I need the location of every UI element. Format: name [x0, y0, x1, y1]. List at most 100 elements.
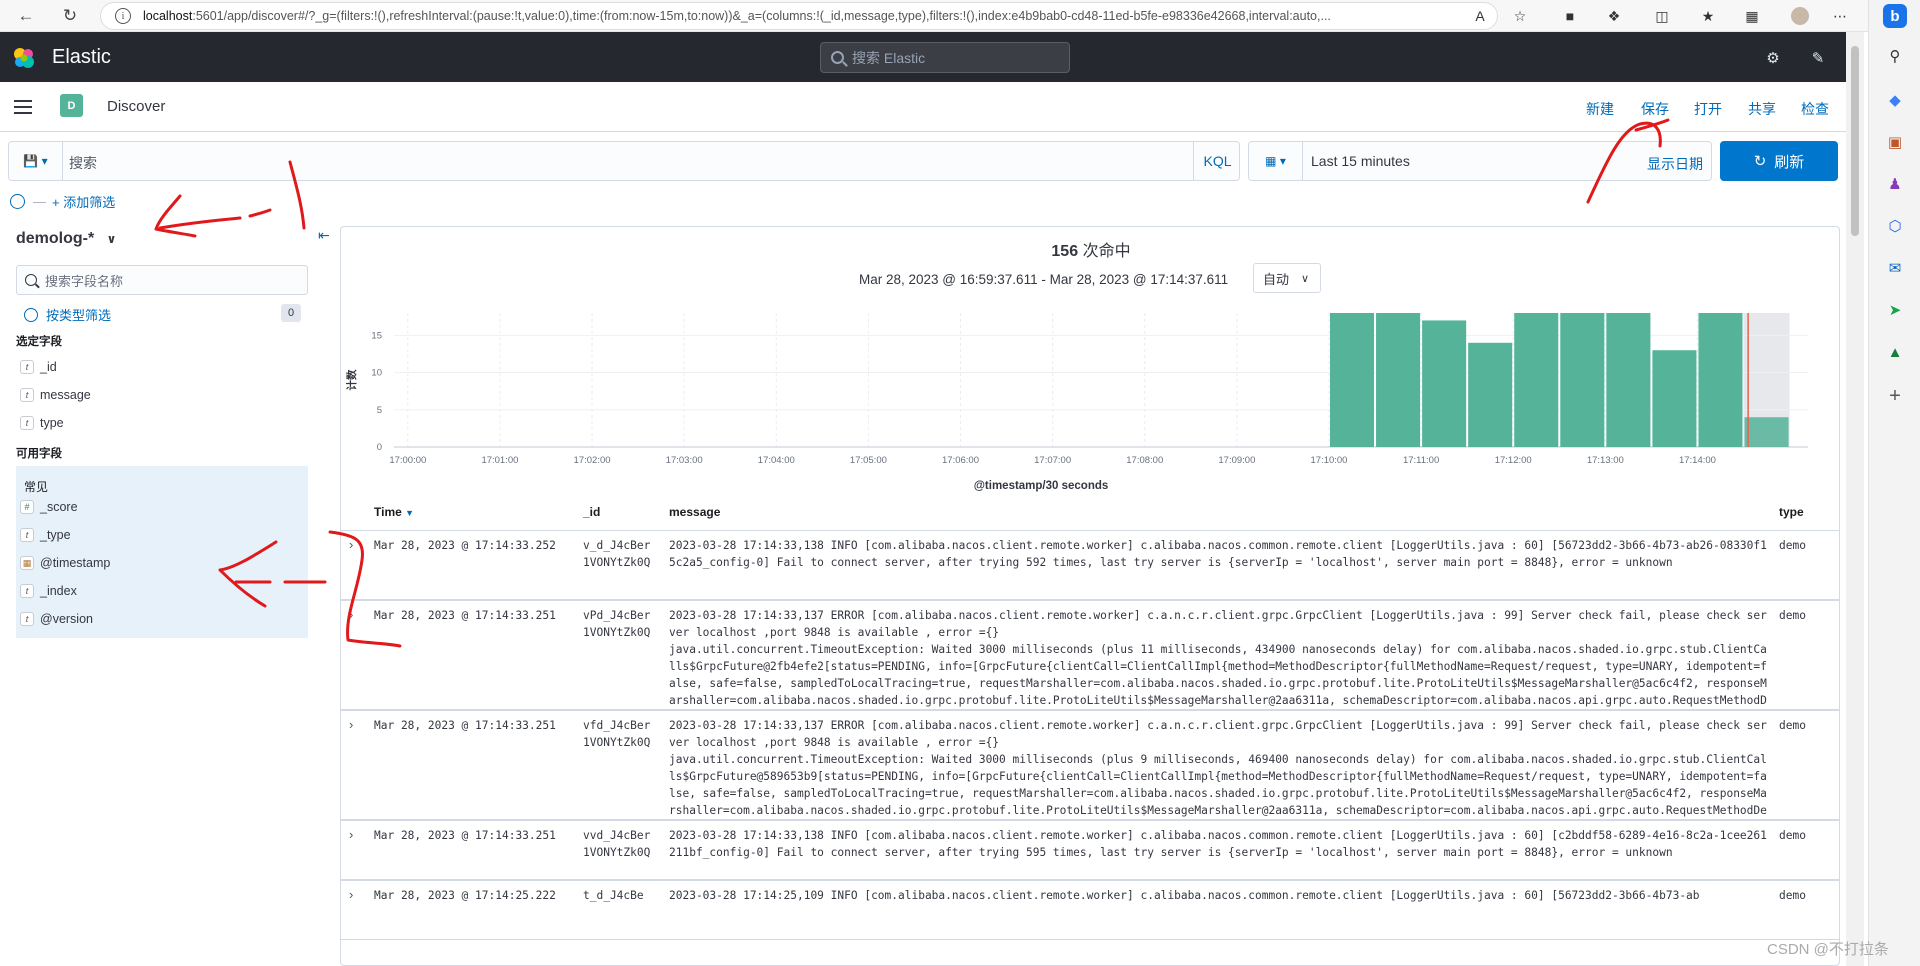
field-score[interactable]: # _score [20, 500, 78, 514]
filter-options-icon[interactable] [10, 193, 25, 209]
column-header-time[interactable]: Time ▼ [374, 505, 414, 519]
outlook-icon[interactable]: ✉ [1883, 256, 1907, 280]
interval-select[interactable]: 自动 ∨ [1253, 263, 1321, 293]
field-type[interactable]: t type [20, 416, 64, 430]
split-screen-icon[interactable]: ◫ [1652, 6, 1672, 26]
field-name: @version [40, 612, 93, 626]
expand-row-icon[interactable]: › [349, 607, 353, 622]
x-axis-label: @timestamp/30 seconds [974, 480, 1109, 492]
hits-count: 156 次命中 [341, 237, 1839, 261]
quick-menu-button[interactable]: ▦ ▾ [1249, 142, 1303, 180]
save-button[interactable]: 保存 [1641, 99, 1669, 119]
add-icon[interactable]: + [1883, 384, 1907, 408]
string-type-icon: t [20, 416, 34, 430]
page-scrollbar[interactable] [1846, 32, 1864, 966]
column-header-id[interactable]: _id [583, 505, 600, 519]
field-search-input[interactable]: 搜索字段名称 [16, 265, 308, 295]
field-timestamp[interactable]: ▦ @timestamp [20, 556, 110, 570]
read-aloud-icon[interactable]: A [1470, 6, 1490, 26]
favorite-icon[interactable]: ☆ [1510, 6, 1530, 26]
bing-icon[interactable]: b [1883, 4, 1907, 28]
info-icon[interactable]: i [115, 8, 131, 24]
briefcase-icon[interactable]: ▣ [1883, 130, 1907, 154]
help-icon[interactable]: ⚙ [1763, 48, 1783, 68]
favorites-list-icon[interactable]: ★ [1698, 6, 1718, 26]
kibana-header: Elastic 搜索 Elastic ⚙ ✎ [0, 32, 1846, 82]
url-path: :5601/app/discover#/?_g=(filters:!(),ref… [192, 9, 1331, 23]
collapse-sidebar-icon[interactable]: ⇤ [318, 227, 330, 244]
open-button[interactable]: 打开 [1694, 99, 1722, 119]
tree-icon[interactable]: ▲ [1883, 340, 1907, 364]
user-menu-icon[interactable]: ✎ [1808, 48, 1828, 68]
scrollbar-thumb[interactable] [1851, 46, 1859, 236]
field-name: @timestamp [40, 556, 111, 570]
cell-id: vvd_J4cBer1VONYtZk0Q [583, 829, 651, 859]
y-tick-label: 10 [371, 368, 382, 379]
number-type-icon: # [20, 500, 34, 514]
menu-toggle-icon[interactable] [14, 100, 32, 114]
refresh-label: 刷新 [1774, 153, 1805, 171]
expand-row-icon[interactable]: › [349, 887, 353, 902]
refresh-button[interactable]: ↻ 刷新 [1720, 141, 1838, 181]
x-tick-label: 17:10:00 [1310, 455, 1347, 466]
chevron-down-icon: ∨ [106, 232, 117, 246]
field-type[interactable]: t _type [20, 528, 71, 542]
office-icon[interactable]: ⬡ [1883, 214, 1907, 238]
table-row: › Mar 28, 2023 @ 17:14:33.252 v_d_J4cBer1V… [341, 530, 1839, 600]
collections-icon[interactable]: ▦ [1742, 6, 1762, 26]
send-icon[interactable]: ➤ [1883, 298, 1907, 322]
expand-row-icon[interactable]: › [349, 827, 353, 842]
field-message[interactable]: t message [20, 388, 91, 402]
string-type-icon: t [20, 612, 34, 626]
query-input[interactable]: 搜索 [69, 153, 97, 173]
annotation-stroke [248, 208, 272, 218]
app-bar: D Discover 新建 保存 打开 共享 检查 [0, 82, 1846, 132]
expand-row-icon[interactable]: › [349, 537, 353, 552]
cell-type: demo [1779, 829, 1806, 842]
y-tick-label: 0 [377, 442, 382, 453]
field-index[interactable]: t _index [20, 584, 77, 598]
cell-type: demo [1779, 719, 1806, 732]
column-header-message[interactable]: message [669, 505, 720, 519]
tag-icon[interactable]: ◆ [1883, 88, 1907, 112]
inspect-button[interactable]: 检查 [1801, 99, 1829, 119]
global-search-input[interactable]: 搜索 Elastic [820, 42, 1070, 73]
edge-sidebar: b ⚲ ◆ ▣ ♟ ⬡ ✉ ➤ ▲ + [1868, 0, 1920, 966]
extension-icon[interactable]: ■ [1560, 6, 1580, 26]
query-bar: 💾 ▾ 搜索 KQL [8, 141, 1240, 181]
index-pattern-selector[interactable]: demolog-* ∨ [16, 230, 116, 248]
reload-icon[interactable]: ↻ [58, 4, 82, 28]
field-version[interactable]: t @version [20, 612, 93, 626]
search-icon[interactable]: ⚲ [1883, 44, 1907, 68]
field-search-placeholder: 搜索字段名称 [45, 273, 124, 289]
address-bar[interactable]: i localhost:5601/app/discover#/?_g=(filt… [100, 2, 1498, 30]
time-range-label[interactable]: Last 15 minutes [1311, 153, 1410, 169]
add-filter-button[interactable]: + 添加筛选 [52, 192, 115, 211]
histogram-bar [1514, 313, 1559, 447]
cell-message: 2023-03-28 17:14:33,137 ERROR [com.aliba… [669, 609, 1767, 707]
expand-row-icon[interactable]: › [349, 717, 353, 732]
app-name: Elastic [52, 46, 111, 68]
space-avatar[interactable]: D [60, 94, 83, 117]
saved-query-button[interactable]: 💾 ▾ [9, 142, 63, 180]
cell-id: vfd_J4cBer1VONYtZk0Q [583, 719, 651, 749]
filter-divider: — [33, 193, 46, 209]
column-header-type[interactable]: type [1779, 505, 1804, 519]
new-button[interactable]: 新建 [1586, 99, 1614, 119]
date-range-text: Mar 28, 2023 @ 16:59:37.611 - Mar 28, 20… [859, 272, 1229, 287]
kql-toggle-button[interactable]: KQL [1193, 142, 1241, 180]
share-button[interactable]: 共享 [1748, 99, 1776, 119]
chess-icon[interactable]: ♟ [1883, 172, 1907, 196]
back-icon[interactable]: ← [14, 4, 38, 28]
filter-by-type-button[interactable]: 按类型筛选 [24, 305, 111, 324]
index-pattern-label: demolog-* [16, 230, 95, 247]
save-query-icon: 💾 ▾ [23, 154, 48, 168]
puzzle-icon[interactable]: ❖ [1604, 6, 1624, 26]
breadcrumb[interactable]: Discover [107, 98, 165, 115]
field-id[interactable]: t _id [20, 360, 57, 374]
profile-avatar-icon[interactable] [1790, 6, 1810, 26]
show-dates-button[interactable]: 显示日期 [1647, 154, 1703, 174]
elastic-logo-icon[interactable] [12, 46, 36, 70]
annotation-arrow [154, 194, 197, 238]
more-icon[interactable]: ⋯ [1830, 6, 1850, 26]
